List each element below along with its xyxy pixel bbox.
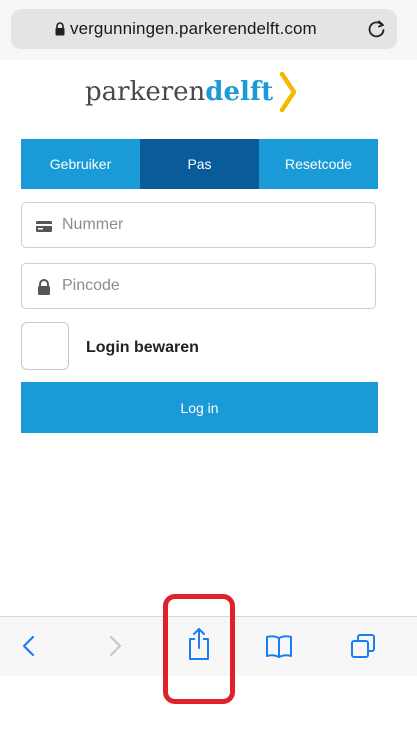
remember-login-checkbox[interactable] xyxy=(21,322,69,370)
highlight-annotation xyxy=(163,594,235,704)
login-tabs: Gebruiker Pas Resetcode xyxy=(21,139,378,189)
tab-label: Pas xyxy=(187,156,212,172)
logo-chevron-icon xyxy=(279,72,297,112)
forward-icon[interactable] xyxy=(100,631,130,661)
browser-address-area: vergunningen.parkerendelft.com xyxy=(0,0,417,60)
tab-label: Gebruiker xyxy=(49,156,112,172)
reload-icon[interactable] xyxy=(367,19,387,39)
site-logo: parkeren delft xyxy=(85,72,297,112)
url-text: vergunningen.parkerendelft.com xyxy=(70,19,317,38)
tab-resetcode[interactable]: Resetcode xyxy=(259,139,378,189)
tabs-icon[interactable] xyxy=(348,631,378,661)
tab-label: Resetcode xyxy=(285,156,352,172)
lock-icon xyxy=(38,279,50,295)
remember-login-label[interactable]: Login bewaren xyxy=(86,339,199,357)
tab-pas[interactable]: Pas xyxy=(140,139,259,189)
number-field[interactable] xyxy=(21,202,376,248)
number-input[interactable] xyxy=(62,203,362,247)
card-icon xyxy=(36,221,52,232)
pincode-field[interactable] xyxy=(21,263,376,309)
logo-text-parkeren: parkeren xyxy=(85,77,206,107)
login-button[interactable]: Log in xyxy=(21,382,378,433)
bookmarks-icon[interactable] xyxy=(264,631,294,661)
tab-gebruiker[interactable]: Gebruiker xyxy=(21,139,140,189)
logo-text-delft: delft xyxy=(205,77,274,107)
pincode-input[interactable] xyxy=(62,264,362,308)
address-bar[interactable]: vergunningen.parkerendelft.com xyxy=(11,9,397,49)
back-icon[interactable] xyxy=(14,631,44,661)
lock-icon xyxy=(55,22,65,36)
page: vergunningen.parkerendelft.com parkeren d… xyxy=(0,0,417,747)
